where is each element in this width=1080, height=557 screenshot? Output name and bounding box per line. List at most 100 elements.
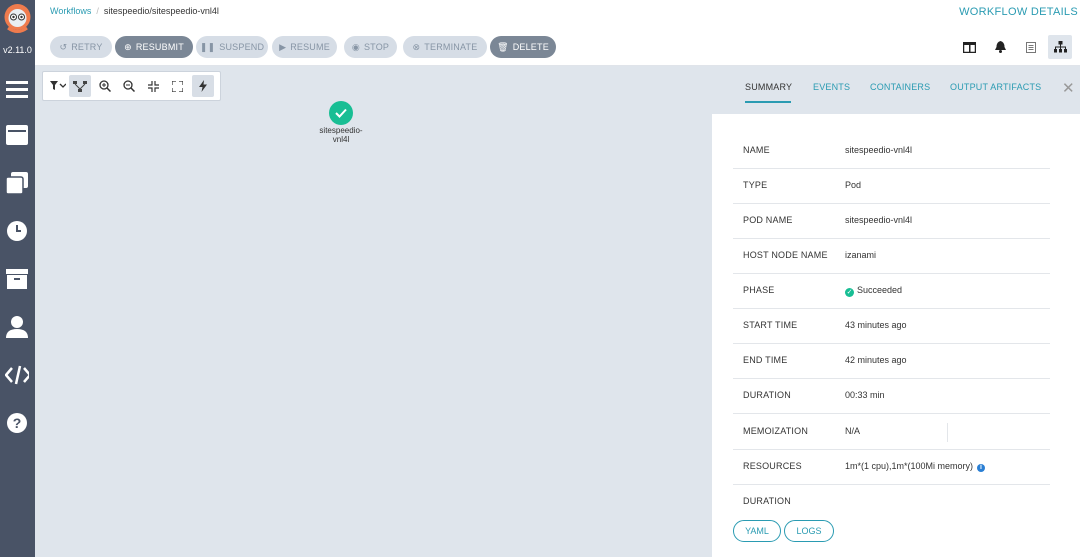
bell-icon[interactable] bbox=[988, 35, 1012, 59]
tab-events[interactable]: EVENTS bbox=[813, 82, 850, 92]
tab-output-artifacts[interactable]: OUTPUT ARTIFACTS bbox=[950, 82, 1041, 92]
retry-icon: ↺ bbox=[59, 41, 68, 52]
delete-label: DELETE bbox=[512, 42, 549, 52]
cron-workflows-icon[interactable] bbox=[5, 220, 29, 242]
retry-button[interactable]: ↺ RETRY bbox=[50, 36, 112, 58]
detail-value: 1m*(1 cpu),1m*(100Mi memory) bbox=[845, 461, 974, 471]
detail-row-resource-duration: DURATION bbox=[733, 485, 1050, 520]
summary-card: NAME sitespeedio-vnl4l TYPE Pod POD NAME… bbox=[712, 114, 1080, 557]
node-details-panel: SUMMARY EVENTS CONTAINERS OUTPUT ARTIFAC… bbox=[702, 66, 1080, 557]
breadcrumb-separator: / bbox=[96, 6, 99, 16]
detail-value: 42 minutes ago bbox=[845, 355, 907, 365]
breadcrumb: Workflows / sitespeedio/sitespeedio-vnl4l bbox=[50, 6, 219, 16]
left-nav: v2.11.0 ? bbox=[0, 0, 35, 557]
detail-value: sitespeedio-vnl4l bbox=[845, 145, 913, 155]
api-docs-icon[interactable] bbox=[5, 364, 29, 386]
detail-row-host-node-name: HOST NODE NAME izanami bbox=[733, 239, 1050, 274]
list-view-icon[interactable] bbox=[1019, 35, 1043, 59]
phase-status: ✓ Succeeded bbox=[845, 285, 902, 297]
detail-value: sitespeedio-vnl4l bbox=[845, 215, 913, 225]
resubmit-button[interactable]: ⊕ RESUBMIT bbox=[115, 36, 193, 58]
tab-summary[interactable]: SUMMARY bbox=[745, 82, 792, 92]
detail-key: END TIME bbox=[743, 355, 788, 365]
detail-key: RESOURCES bbox=[743, 461, 802, 471]
retry-label: RETRY bbox=[71, 42, 103, 52]
detail-value: N/A bbox=[845, 426, 861, 436]
detail-row-pod-name: POD NAME sitespeedio-vnl4l bbox=[733, 204, 1050, 239]
cluster-workflow-templates-icon[interactable] bbox=[5, 172, 29, 194]
detail-key: NAME bbox=[743, 145, 770, 155]
phase-value: Succeeded bbox=[857, 285, 903, 295]
success-check-icon: ✓ bbox=[845, 288, 854, 297]
terminate-button[interactable]: ⊗ TERMINATE bbox=[403, 36, 487, 58]
graph-view-icon[interactable] bbox=[1048, 35, 1072, 59]
info-icon[interactable]: i bbox=[977, 464, 986, 472]
detail-row-type: TYPE Pod bbox=[733, 169, 1050, 204]
graph-toolbar bbox=[42, 71, 221, 101]
active-tab-indicator bbox=[745, 101, 791, 103]
terminate-icon: ⊗ bbox=[412, 41, 421, 52]
argo-logo[interactable] bbox=[2, 2, 33, 36]
yaml-button[interactable]: YAML bbox=[733, 520, 781, 542]
divider bbox=[947, 423, 948, 442]
detail-row-start-time: START TIME 43 minutes ago bbox=[733, 309, 1050, 344]
breadcrumb-current: sitespeedio/sitespeedio-vnl4l bbox=[103, 6, 219, 16]
layout-toggle-icon[interactable] bbox=[69, 75, 91, 97]
detail-key: POD NAME bbox=[743, 215, 793, 225]
page-title: WORKFLOW DETAILS bbox=[959, 6, 1078, 18]
detail-row-memoization: MEMOIZATION N/A bbox=[733, 415, 1050, 450]
check-icon bbox=[335, 108, 347, 118]
stop-icon: ◉ bbox=[351, 41, 360, 52]
detail-row-resources: RESOURCES 1m*(1 cpu),1m*(100Mi memory) i bbox=[733, 450, 1050, 485]
detail-value: 00:33 min bbox=[845, 390, 885, 400]
archived-workflows-icon[interactable] bbox=[5, 268, 29, 290]
fullscreen-icon[interactable] bbox=[166, 75, 188, 97]
resubmit-label: RESUBMIT bbox=[135, 42, 184, 52]
detail-row-end-time: END TIME 42 minutes ago bbox=[733, 344, 1050, 379]
resume-label: RESUME bbox=[290, 42, 330, 52]
zoom-out-icon[interactable] bbox=[118, 75, 140, 97]
suspend-label: SUSPEND bbox=[219, 42, 265, 52]
detail-key: START TIME bbox=[743, 320, 798, 330]
detail-value: 43 minutes ago bbox=[845, 320, 907, 330]
detail-row-name: NAME sitespeedio-vnl4l bbox=[733, 134, 1050, 169]
top-bar: Workflows / sitespeedio/sitespeedio-vnl4l … bbox=[35, 0, 1080, 28]
logs-button[interactable]: LOGS bbox=[784, 520, 834, 542]
menu-icon[interactable] bbox=[5, 78, 29, 100]
user-icon[interactable] bbox=[5, 316, 29, 338]
detail-key: DURATION bbox=[743, 496, 791, 506]
workflow-node-succeeded[interactable] bbox=[329, 101, 353, 125]
resume-button[interactable]: ▶ RESUME bbox=[272, 36, 337, 58]
collapse-icon[interactable] bbox=[142, 75, 164, 97]
fast-render-icon[interactable] bbox=[192, 75, 214, 97]
detail-key: HOST NODE NAME bbox=[743, 250, 828, 260]
detail-row-phase: PHASE ✓ Succeeded bbox=[733, 274, 1050, 309]
split-view-icon[interactable] bbox=[957, 35, 981, 59]
detail-key: TYPE bbox=[743, 180, 768, 190]
workflow-templates-icon[interactable] bbox=[5, 124, 29, 146]
detail-value: Pod bbox=[845, 180, 862, 190]
breadcrumb-workflows-link[interactable]: Workflows bbox=[50, 6, 91, 16]
trash-icon: 🗑 bbox=[497, 41, 509, 52]
resources-value-group: 1m*(1 cpu),1m*(100Mi memory) i bbox=[845, 461, 986, 472]
close-icon[interactable]: ✕ bbox=[1062, 79, 1075, 97]
zoom-in-icon[interactable] bbox=[94, 75, 116, 97]
detail-key: PHASE bbox=[743, 285, 775, 295]
suspend-button[interactable]: ❚❚ SUSPEND bbox=[196, 36, 268, 58]
help-icon[interactable]: ? bbox=[5, 412, 29, 434]
tab-containers[interactable]: CONTAINERS bbox=[870, 82, 930, 92]
filter-dropdown-icon[interactable] bbox=[47, 75, 69, 97]
delete-button[interactable]: 🗑 DELETE bbox=[490, 36, 556, 58]
version-label: v2.11.0 bbox=[3, 45, 32, 55]
play-icon: ▶ bbox=[279, 41, 287, 52]
workflow-graph-canvas[interactable]: sitespeedio-vnl4l bbox=[35, 66, 702, 557]
panel-tabs: SUMMARY EVENTS CONTAINERS OUTPUT ARTIFAC… bbox=[702, 66, 1080, 110]
detail-key: MEMOIZATION bbox=[743, 426, 809, 436]
terminate-label: TERMINATE bbox=[424, 42, 478, 52]
resubmit-icon: ⊕ bbox=[124, 41, 132, 52]
pause-icon: ❚❚ bbox=[199, 41, 216, 52]
stop-label: STOP bbox=[363, 42, 390, 52]
stop-button[interactable]: ◉ STOP bbox=[344, 36, 397, 58]
detail-key: DURATION bbox=[743, 390, 791, 400]
node-label: sitespeedio-vnl4l bbox=[319, 126, 363, 144]
